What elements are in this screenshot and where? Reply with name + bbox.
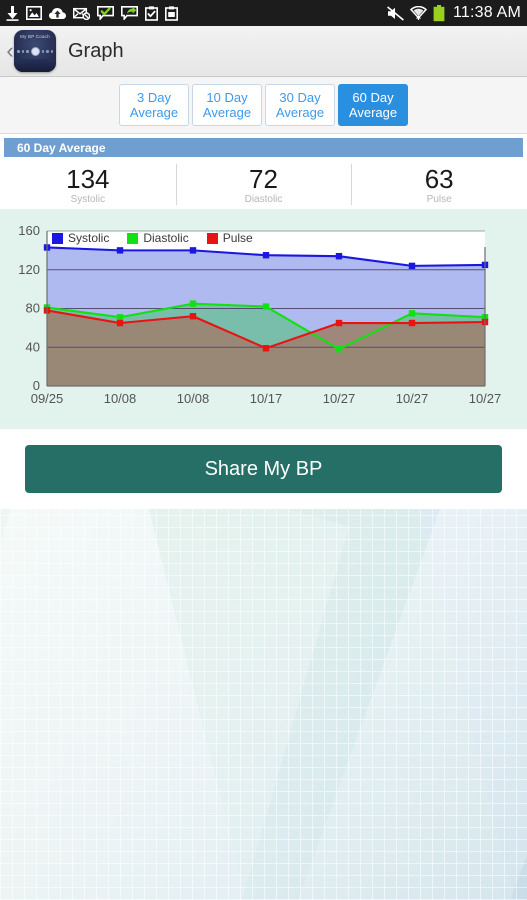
message-check-icon [97,6,114,20]
summary-cell-diastolic: 72 Diastolic [175,160,352,209]
summary-value: 134 [66,163,110,194]
bp-graph-panel[interactable]: 0 40 80 120 160 09/25 10/08 10/08 10/17 10/27 10/2… [0,209,527,429]
summary-value: 72 [249,163,278,194]
app-icon-dots [17,47,53,56]
svg-text:10/08: 10/08 [177,391,210,406]
status-bar-left-icons [6,5,387,21]
app-icon-label: My BP Coach [20,34,50,39]
summary-title-bar: 60 Day Average [4,138,523,157]
share-section: Share My BP [0,429,527,509]
bg-grid [0,509,527,900]
summary-cell-pulse: 63 Pulse [351,160,527,209]
average-range-tabs: 3 Day Average 10 Day Average 30 Day Aver… [0,77,527,134]
tab-60-day-average[interactable]: 60 Day Average [338,84,408,126]
tab-3-day-average[interactable]: 3 Day Average [119,84,189,126]
app-icon[interactable]: My BP Coach [14,30,56,72]
tab-30-day-average[interactable]: 30 Day Average [265,84,335,126]
svg-text:09/25: 09/25 [31,391,64,406]
share-arrow-icon [121,6,138,20]
app-icon-base [14,59,56,72]
legend-label-pulse: Pulse [222,231,253,245]
tab-line1: 10 Day [206,90,248,105]
status-bar-clock: 11:38 AM [452,4,521,21]
action-bar: ‹ My BP Coach Graph [0,26,527,77]
legend-swatch-pulse [206,232,218,244]
tab-line1: 3 Day [137,90,171,105]
wifi-icon [409,5,427,20]
legend-swatch-systolic [52,232,63,244]
mute-icon [387,5,404,21]
battery-icon [433,4,445,21]
summary-value: 63 [424,163,454,194]
svg-text:40: 40 [26,339,40,354]
chart-legend: Systolic Diastolic Pulse [52,231,253,245]
download-icon [6,5,19,21]
clipboard-check-icon [145,5,158,21]
tab-line1: 60 Day [352,90,394,105]
tab-line2: Average [202,105,252,120]
legend-item-diastolic: Diastolic [127,231,189,245]
summary-label: Systolic [70,193,106,205]
tab-line2: Average [348,105,398,120]
svg-text:10/17: 10/17 [250,391,283,406]
tab-10-day-average[interactable]: 10 Day Average [192,84,262,126]
share-my-bp-button[interactable]: Share My BP [25,445,502,493]
svg-text:10/08: 10/08 [104,391,137,406]
summary-cell-systolic: 134 Systolic [0,160,176,209]
clipboard-icon [165,5,178,21]
status-bar: 11:38 AM [0,0,527,26]
svg-text:10/27: 10/27 [469,391,502,406]
cloud-upload-icon [49,7,66,19]
svg-text:10/27: 10/27 [396,391,429,406]
tab-line1: 30 Day [279,90,321,105]
status-bar-right-icons: 11:38 AM [387,4,521,22]
legend-label-systolic: Systolic [68,231,110,245]
app-root: 11:38 AM ‹ My BP Coach Graph 3 Day Avera… [0,0,527,900]
summary-section: 60 Day Average 134 Systolic 72 Diastolic… [0,134,527,209]
svg-text:80: 80 [26,301,40,316]
summary-values-row: 134 Systolic 72 Diastolic 63 Pulse [0,157,527,209]
svg-text:120: 120 [18,262,40,277]
image-icon [26,6,42,20]
tab-line2: Average [129,105,179,120]
legend-swatch-diastolic [127,232,139,244]
mail-blocked-icon [73,7,90,20]
legend-item-systolic: Systolic [52,231,109,245]
page-title: Graph [68,39,124,62]
tab-line2: Average [275,105,325,120]
legend-item-pulse: Pulse [206,231,253,245]
svg-text:10/27: 10/27 [323,391,356,406]
svg-text:160: 160 [18,223,40,238]
decorative-background [0,509,527,900]
summary-label: Diastolic [244,193,283,205]
legend-label-diastolic: Diastolic [143,231,189,245]
summary-label: Pulse [426,193,452,205]
